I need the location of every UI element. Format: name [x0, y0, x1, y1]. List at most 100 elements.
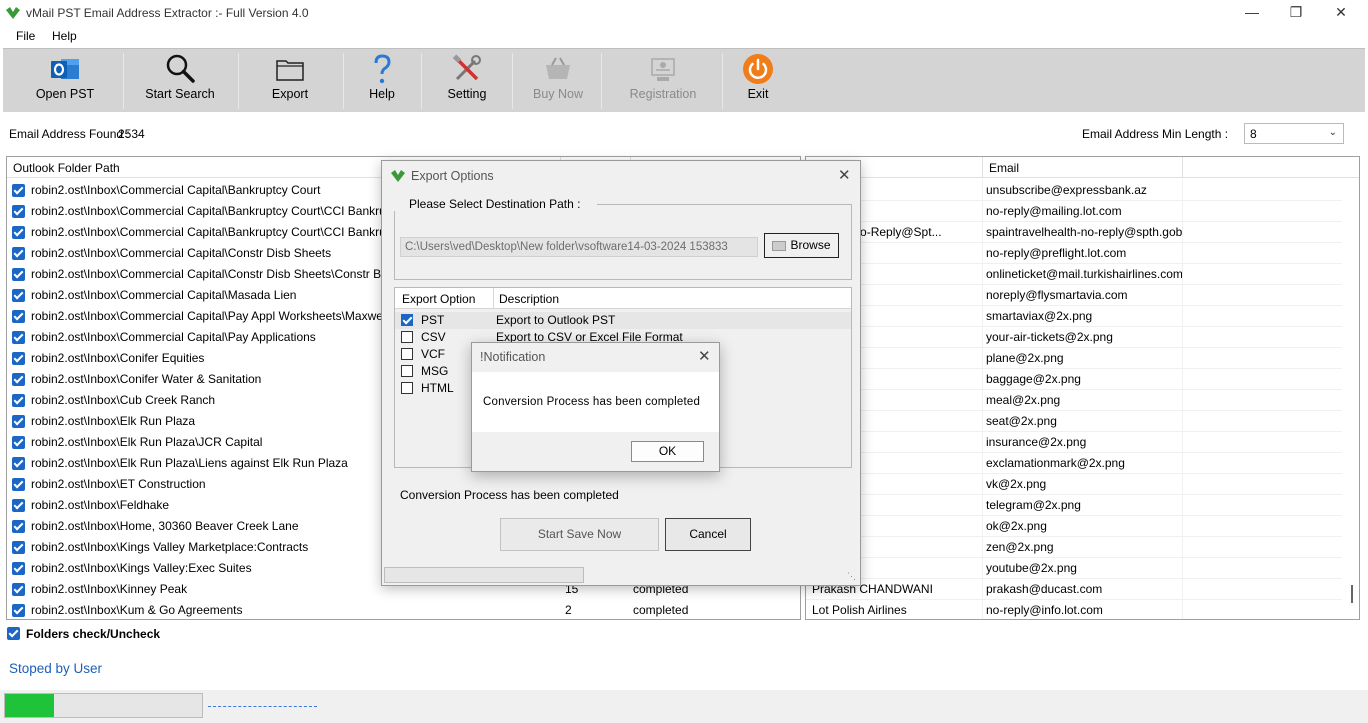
table-row[interactable]: telegram@2x.png — [806, 495, 1342, 516]
table-row[interactable]: Lot Polish Airlines no-reply@info.lot.com — [806, 600, 1342, 619]
folders-check-checkbox[interactable] — [7, 627, 20, 640]
email-cell: vk@2x.png — [986, 477, 1047, 491]
row-checkbox[interactable] — [12, 268, 25, 281]
table-row[interactable]: zen@2x.png — [806, 537, 1342, 558]
buy-now-button[interactable]: Buy Now — [516, 49, 600, 113]
close-icon[interactable]: ✕ — [698, 347, 711, 365]
folder-icon — [276, 60, 304, 81]
destination-path-input[interactable]: C:\Users\ved\Desktop\New folder\vsoftwar… — [400, 237, 758, 257]
export-dialog-title: Export Options — [411, 169, 494, 183]
menu-help[interactable]: Help — [52, 29, 77, 43]
table-row[interactable]: baggage@2x.png — [806, 369, 1342, 390]
export-option-row[interactable]: PST Export to Outlook PST — [395, 312, 851, 329]
row-checkbox[interactable] — [12, 520, 25, 533]
email-cell: no-reply@info.lot.com — [986, 603, 1103, 617]
start-search-button[interactable]: Start Search — [127, 49, 233, 113]
row-checkbox[interactable] — [12, 394, 25, 407]
app-logo-icon — [6, 7, 20, 19]
row-checkbox[interactable] — [12, 289, 25, 302]
table-row[interactable]: vk@2x.png — [806, 474, 1342, 495]
row-checkbox[interactable] — [12, 205, 25, 218]
table-row[interactable]: Prakash CHANDWANI prakash@ducast.com — [806, 579, 1342, 600]
row-checkbox[interactable] — [12, 247, 25, 260]
row-checkbox[interactable] — [12, 373, 25, 386]
row-checkbox[interactable] — [12, 478, 25, 491]
row-checkbox[interactable] — [12, 541, 25, 554]
tools-icon — [452, 54, 481, 81]
table-row[interactable]: beunsubscribe@expressbank.az — [806, 180, 1342, 201]
table-row[interactable]: robin2.ost\Inbox\Kum & Go Agreements 2 com… — [7, 600, 800, 619]
export-option-header: Export Option Description — [395, 288, 851, 309]
close-icon[interactable]: ✕ — [838, 166, 851, 184]
export-status-text: Conversion Process has been completed — [400, 488, 619, 502]
table-row[interactable]: Airlinesno-reply@mailing.lot.com — [806, 201, 1342, 222]
start-save-button[interactable]: Start Save Now — [500, 518, 659, 551]
export-button[interactable]: Export — [242, 49, 338, 113]
table-row[interactable]: xsmartaviax@2x.png — [806, 306, 1342, 327]
dialog-progress-bar — [384, 567, 584, 583]
notification-dialog: !Notification ✕ Conversion Process has b… — [471, 342, 720, 472]
email-grid-scrollbar[interactable] — [1346, 179, 1359, 619]
row-checkbox[interactable] — [12, 184, 25, 197]
email-cell: youtube@2x.png — [986, 561, 1077, 575]
row-checkbox[interactable] — [12, 457, 25, 470]
row-checkbox[interactable] — [12, 310, 25, 323]
table-row[interactable]: plane@2x.png — [806, 348, 1342, 369]
magnifier-icon — [166, 54, 195, 83]
export-option-checkbox[interactable] — [401, 314, 413, 326]
row-checkbox[interactable] — [12, 499, 25, 512]
email-cell: your-air-tickets@2x.png — [986, 330, 1113, 344]
table-row[interactable]: noreply@flysmartavia.com — [806, 285, 1342, 306]
table-row[interactable]: nmarkexclamationmark@2x.png — [806, 453, 1342, 474]
email-cell: noreply@flysmartavia.com — [986, 288, 1128, 302]
table-row[interactable]: cketsyour-air-tickets@2x.png — [806, 327, 1342, 348]
register-icon — [651, 58, 675, 81]
setting-button[interactable]: Setting — [425, 49, 509, 113]
table-row[interactable]: seat@2x.png — [806, 411, 1342, 432]
open-pst-button[interactable]: Open PST — [17, 49, 113, 113]
menu-file[interactable]: File — [16, 29, 35, 43]
col-description: Description — [499, 292, 560, 306]
table-row[interactable]: Airlinesno-reply@preflight.lot.com — [806, 243, 1342, 264]
scrollbar-thumb[interactable] — [1351, 585, 1353, 603]
exit-button[interactable]: Exit — [726, 49, 790, 113]
cancel-button[interactable]: Cancel — [665, 518, 751, 551]
table-row[interactable]: youtube@2x.png — [806, 558, 1342, 579]
min-length-value: 8 — [1250, 127, 1257, 141]
email-cell: unsubscribe@expressbank.az — [986, 183, 1147, 197]
row-checkbox[interactable] — [12, 415, 25, 428]
browse-button[interactable]: Browse — [764, 233, 839, 258]
table-row[interactable]: lhealth-No-Reply@Spt... spaintravelhealth… — [806, 222, 1342, 243]
close-window-button[interactable]: ✕ — [1318, 0, 1364, 26]
row-checkbox[interactable] — [12, 226, 25, 239]
export-option-checkbox[interactable] — [401, 382, 413, 394]
checkbox-checked-icon — [7, 627, 20, 640]
ok-button[interactable]: OK — [631, 441, 704, 462]
table-row[interactable]: insurance@2x.png — [806, 432, 1342, 453]
open-pst-label: Open PST — [35, 87, 95, 101]
count-cell: 2 — [565, 603, 572, 617]
min-length-select[interactable]: 8 ⌄ — [1244, 123, 1344, 144]
row-checkbox[interactable] — [12, 583, 25, 596]
table-row[interactable]: linesonlineticket@mail.turkishairlines.c… — [806, 264, 1342, 285]
row-checkbox[interactable] — [12, 331, 25, 344]
row-checkbox[interactable] — [12, 436, 25, 449]
start-search-label: Start Search — [145, 87, 215, 101]
row-checkbox[interactable] — [12, 604, 25, 617]
row-checkbox[interactable] — [12, 562, 25, 575]
minimize-button[interactable]: — — [1229, 0, 1275, 26]
table-row[interactable]: ok@2x.png — [806, 516, 1342, 537]
maximize-button[interactable]: ❐ — [1273, 0, 1319, 26]
row-checkbox[interactable] — [12, 352, 25, 365]
question-icon — [374, 54, 391, 84]
export-option-checkbox[interactable] — [401, 331, 413, 343]
export-option-checkbox[interactable] — [401, 365, 413, 377]
resize-grip-icon[interactable]: ⋱ — [847, 571, 856, 582]
help-button[interactable]: Help — [347, 49, 417, 113]
registration-button[interactable]: Registration — [605, 49, 721, 113]
email-cell: zen@2x.png — [986, 540, 1054, 554]
export-option-checkbox[interactable] — [401, 348, 413, 360]
email-cell: seat@2x.png — [986, 414, 1057, 428]
email-grid: Email beunsubscribe@expressbank.azAirlin… — [805, 156, 1360, 620]
table-row[interactable]: meal@2x.png — [806, 390, 1342, 411]
